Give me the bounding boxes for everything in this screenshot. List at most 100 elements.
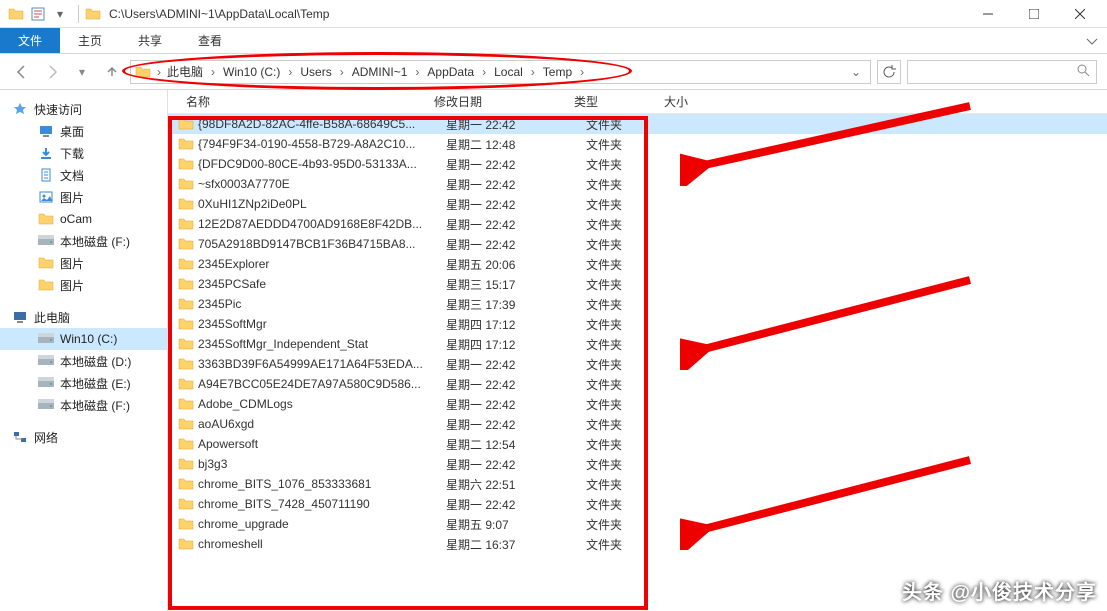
table-row[interactable]: 2345SoftMgr_Independent_Stat星期四 17:12文件夹 [168, 334, 1107, 354]
chevron-down-icon[interactable]: ⌵ [0, 104, 4, 115]
sidebar-item[interactable]: 下载 [0, 142, 167, 164]
file-name: Adobe_CDMLogs [198, 397, 446, 411]
breadcrumb-item[interactable]: Temp [539, 63, 576, 81]
file-type: 文件夹 [586, 536, 676, 553]
quick-access-toolbar: ▾ [4, 6, 72, 22]
chevron-right-icon[interactable]: › [413, 65, 421, 79]
folder-icon [178, 416, 194, 432]
chevron-right-icon[interactable]: › [0, 432, 4, 443]
file-name: chrome_upgrade [198, 517, 446, 531]
col-type[interactable]: 类型 [566, 93, 656, 110]
up-button[interactable] [100, 60, 124, 84]
tab-file[interactable]: 文件 [0, 28, 60, 53]
file-name: aoAU6xgd [198, 417, 446, 431]
table-row[interactable]: 0XuHI1ZNp2iDe0PL星期一 22:42文件夹 [168, 194, 1107, 214]
sidebar-network[interactable]: › 网络 [0, 426, 167, 448]
breadcrumb-item[interactable]: 此电脑 [163, 61, 207, 82]
chevron-right-icon[interactable]: › [209, 65, 217, 79]
tab-view[interactable]: 查看 [180, 28, 240, 53]
chevron-down-icon[interactable]: ▾ [52, 6, 68, 22]
folder-icon [178, 516, 194, 532]
breadcrumb-item[interactable]: Win10 (C:) [219, 63, 284, 81]
search-input[interactable] [907, 60, 1097, 84]
chevron-right-icon[interactable]: › [480, 65, 488, 79]
close-button[interactable] [1057, 0, 1103, 28]
pc-icon [12, 309, 28, 325]
sidebar-quick-access[interactable]: ⌵ 快速访问 [0, 98, 167, 120]
sidebar-item[interactable]: Win10 (C:) [0, 328, 167, 350]
sidebar-item[interactable]: 桌面 [0, 120, 167, 142]
table-row[interactable]: 705A2918BD9147BCB1F36B4715BA8...星期一 22:4… [168, 234, 1107, 254]
minimize-button[interactable] [965, 0, 1011, 28]
folder-icon [178, 376, 194, 392]
breadcrumb-item[interactable]: ADMINI~1 [348, 63, 412, 81]
sidebar-item[interactable]: 本地磁盘 (E:) [0, 372, 167, 394]
table-row[interactable]: {794F9F34-0190-4558-B729-A8A2C10...星期二 1… [168, 134, 1107, 154]
table-row[interactable]: {98DF8A2D-82AC-4ffe-B58A-68649C5...星期一 2… [168, 114, 1107, 134]
breadcrumb-item[interactable]: AppData [423, 63, 478, 81]
chevron-down-icon[interactable]: ⌵ [0, 312, 4, 323]
desktop-icon [38, 123, 54, 139]
table-row[interactable]: ~sfx0003A7770E星期一 22:42文件夹 [168, 174, 1107, 194]
chevron-right-icon[interactable]: › [529, 65, 537, 79]
address-dropdown-icon[interactable]: ⌄ [846, 65, 866, 79]
table-row[interactable]: aoAU6xgd星期一 22:42文件夹 [168, 414, 1107, 434]
table-row[interactable]: bj3g3星期一 22:42文件夹 [168, 454, 1107, 474]
table-row[interactable]: 2345Explorer星期五 20:06文件夹 [168, 254, 1107, 274]
col-date[interactable]: 修改日期 [426, 93, 566, 110]
file-name: {98DF8A2D-82AC-4ffe-B58A-68649C5... [198, 117, 446, 131]
file-name: 0XuHI1ZNp2iDe0PL [198, 197, 446, 211]
breadcrumb-item[interactable]: Users [296, 63, 335, 81]
sidebar-item[interactable]: 文档 [0, 164, 167, 186]
tab-home[interactable]: 主页 [60, 28, 120, 53]
file-type: 文件夹 [586, 436, 676, 453]
table-row[interactable]: chromeshell星期二 16:37文件夹 [168, 534, 1107, 554]
refresh-button[interactable] [877, 60, 901, 84]
file-name: 2345SoftMgr_Independent_Stat [198, 337, 446, 351]
table-row[interactable]: {DFDC9D00-80CE-4b93-95D0-53133A...星期一 22… [168, 154, 1107, 174]
table-row[interactable]: chrome_BITS_1076_853333681星期六 22:51文件夹 [168, 474, 1107, 494]
col-name[interactable]: 名称 [178, 93, 426, 110]
forward-button[interactable] [40, 60, 64, 84]
maximize-button[interactable] [1011, 0, 1057, 28]
sidebar-item[interactable]: 本地磁盘 (F:) [0, 394, 167, 416]
tab-share[interactable]: 共享 [120, 28, 180, 53]
sidebar-item[interactable]: 本地磁盘 (D:) [0, 350, 167, 372]
table-row[interactable]: 2345SoftMgr星期四 17:12文件夹 [168, 314, 1107, 334]
file-type: 文件夹 [586, 216, 676, 233]
table-row[interactable]: 2345Pic星期三 17:39文件夹 [168, 294, 1107, 314]
recent-dropdown-icon[interactable]: ▾ [70, 60, 94, 84]
table-row[interactable]: chrome_upgrade星期五 9:07文件夹 [168, 514, 1107, 534]
file-name: 2345Pic [198, 297, 446, 311]
sidebar-this-pc[interactable]: ⌵ 此电脑 [0, 306, 167, 328]
folder-icon [178, 436, 194, 452]
properties-icon[interactable] [30, 6, 46, 22]
ribbon: 文件 主页 共享 查看 [0, 28, 1107, 54]
chevron-right-icon[interactable]: › [578, 65, 586, 79]
sidebar-item[interactable]: 本地磁盘 (F:) [0, 230, 167, 252]
chevron-right-icon[interactable]: › [338, 65, 346, 79]
sidebar-item[interactable]: oCam [0, 208, 167, 230]
sidebar-item[interactable]: 图片 [0, 252, 167, 274]
folder-icon [178, 356, 194, 372]
back-button[interactable] [10, 60, 34, 84]
table-row[interactable]: A94E7BCC05E24DE7A97A580C9D586...星期一 22:4… [168, 374, 1107, 394]
file-type: 文件夹 [586, 276, 676, 293]
folder-icon [178, 116, 194, 132]
table-row[interactable]: 2345PCSafe星期三 15:17文件夹 [168, 274, 1107, 294]
table-row[interactable]: Adobe_CDMLogs星期一 22:42文件夹 [168, 394, 1107, 414]
breadcrumb-item[interactable]: Local [490, 63, 527, 81]
expand-ribbon-icon[interactable] [1077, 28, 1107, 53]
file-date: 星期四 17:12 [446, 316, 586, 333]
address-bar[interactable]: › 此电脑›Win10 (C:)›Users›ADMINI~1›AppData›… [130, 60, 871, 84]
table-row[interactable]: 12E2D87AEDDD4700AD9168E8F42DB...星期一 22:4… [168, 214, 1107, 234]
chevron-right-icon[interactable]: › [286, 65, 294, 79]
sidebar-item[interactable]: 图片 [0, 186, 167, 208]
table-row[interactable]: chrome_BITS_7428_450711190星期一 22:42文件夹 [168, 494, 1107, 514]
sidebar-item[interactable]: 图片 [0, 274, 167, 296]
table-row[interactable]: Apowersoft星期二 12:54文件夹 [168, 434, 1107, 454]
table-row[interactable]: 3363BD39F6A54999AE171A64F53EDA...星期一 22:… [168, 354, 1107, 374]
file-type: 文件夹 [586, 316, 676, 333]
chevron-right-icon[interactable]: › [155, 65, 163, 79]
col-size[interactable]: 大小 [656, 93, 736, 110]
